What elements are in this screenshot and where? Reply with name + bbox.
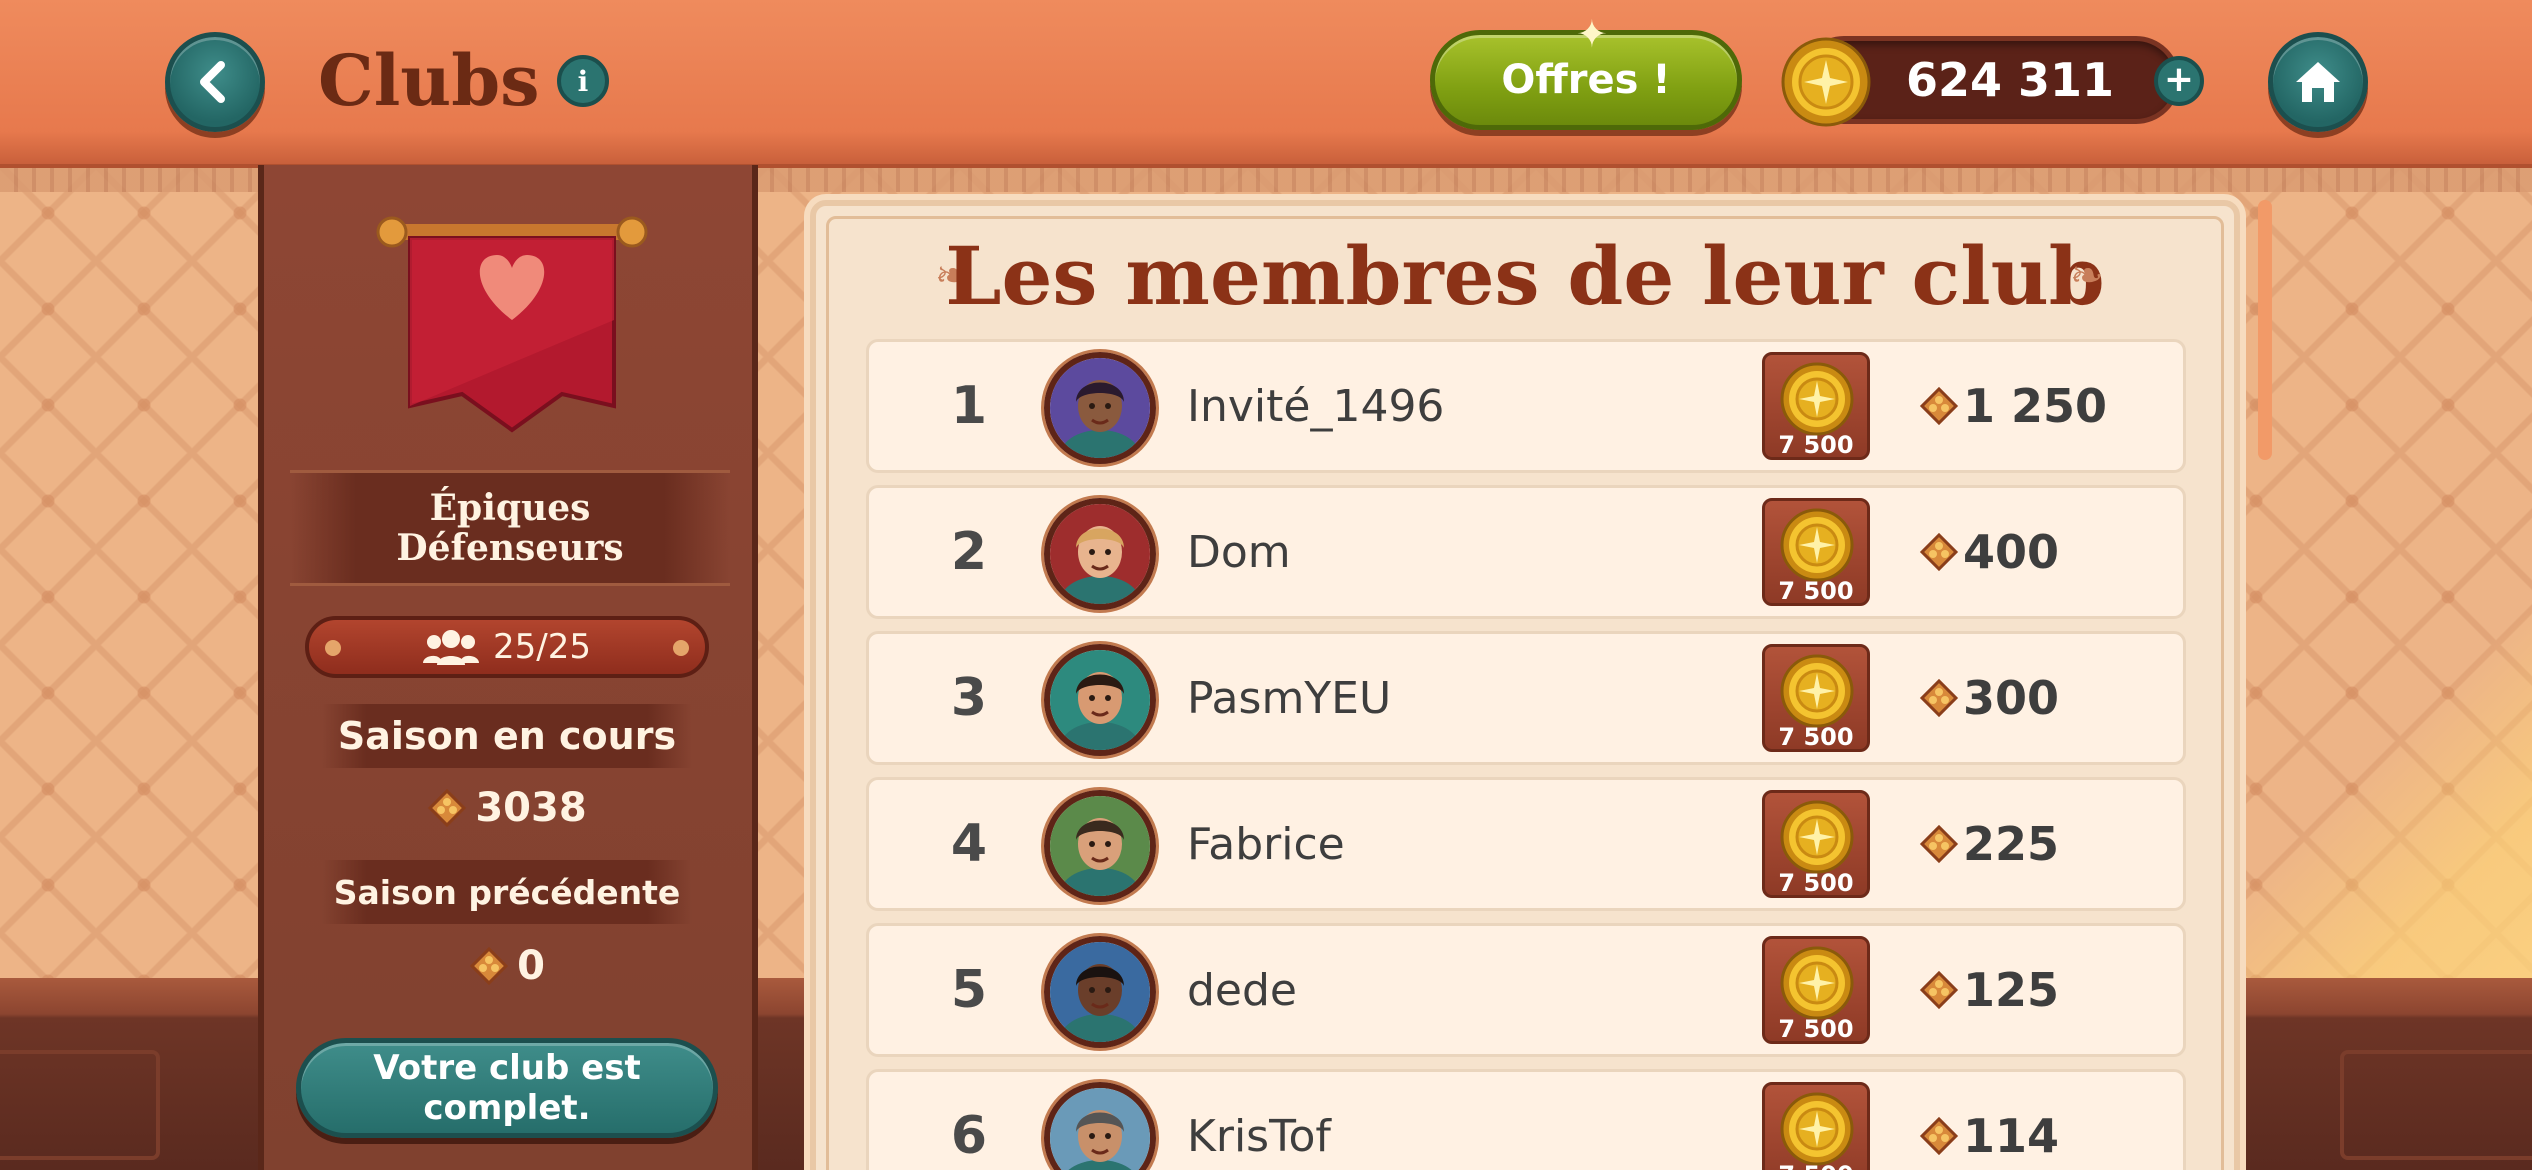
member-points: 1 250 xyxy=(1919,342,2169,470)
outdoor-photo-avatar[interactable] xyxy=(1044,1082,1156,1170)
coin-reward-amount: 7 500 xyxy=(1778,723,1854,751)
trophy-gem-icon xyxy=(1919,678,1959,718)
member-row[interactable]: 3 PasmYEU 7 500 300 xyxy=(866,631,2186,765)
info-button[interactable]: i xyxy=(557,55,609,107)
member-points-value: 300 xyxy=(1963,671,2060,725)
avatar-portrait-icon xyxy=(1050,942,1150,1042)
dark-hair-man-avatar[interactable] xyxy=(1044,644,1156,756)
gold-coin-icon xyxy=(1780,654,1854,728)
member-row[interactable]: 2 Dom 7 500 400 xyxy=(866,485,2186,619)
home-icon xyxy=(2296,62,2340,102)
member-row[interactable]: 5 dede 7 500 125 xyxy=(866,923,2186,1057)
members-icon xyxy=(423,630,479,665)
coin-reward-amount: 7 500 xyxy=(1765,1161,1867,1170)
member-name: Invité_1496 xyxy=(1187,380,1445,432)
home-button[interactable] xyxy=(2268,32,2368,132)
sparkle-icon: ✦ xyxy=(1576,12,1608,56)
chevron-left-icon xyxy=(200,61,225,103)
member-rank: 1 xyxy=(950,376,988,436)
gold-coin-icon xyxy=(1780,800,1854,874)
club-name-line1: Épiques xyxy=(429,487,591,529)
members-panel-title: Les membres de leur club xyxy=(945,229,2105,323)
ornament-icon: ❧ xyxy=(2070,253,2104,299)
coin-reward-amount: 7 500 xyxy=(1778,869,1854,897)
current-season-label: Saison en cours xyxy=(322,704,692,768)
add-coins-button[interactable]: + xyxy=(2154,56,2204,106)
current-season-points-value: 3038 xyxy=(475,785,587,831)
member-points: 225 xyxy=(1919,780,2169,908)
coin-reward: 7 500 xyxy=(1762,936,1870,1044)
coin-reward: 7 500 xyxy=(1762,352,1870,460)
member-points-value: 1 250 xyxy=(1963,379,2108,433)
previous-season-label: Saison précédente xyxy=(322,860,692,924)
member-name: dede xyxy=(1187,964,1297,1016)
member-points: 114 xyxy=(1919,1072,2169,1170)
trophy-gem-icon xyxy=(1919,532,1959,572)
member-name: Dom xyxy=(1187,526,1291,578)
club-full-button[interactable]: Votre club est complet. xyxy=(296,1038,718,1138)
blond-man-avatar[interactable] xyxy=(1044,498,1156,610)
coin-reward-amount: 7 500 xyxy=(1778,577,1854,605)
member-count-badge: 25/25 xyxy=(305,616,709,678)
avatar-portrait-icon xyxy=(1050,358,1150,458)
member-name: KrisTof xyxy=(1187,1110,1331,1162)
gold-coin-icon xyxy=(1780,1092,1854,1166)
bearded-man-avatar[interactable] xyxy=(1044,936,1156,1048)
coin-reward-amount: 7 500 xyxy=(1778,1015,1854,1043)
avatar-portrait-icon xyxy=(1050,796,1150,896)
trophy-gem-icon xyxy=(1919,386,1959,426)
member-row[interactable]: 1 Invité_1496 7 500 1 250 xyxy=(866,339,2186,473)
coin-reward-amount: 7 500 xyxy=(1778,431,1854,459)
club-name-line2: Défenseurs xyxy=(396,527,624,569)
avatar-portrait-icon xyxy=(1050,504,1150,604)
member-rank: 3 xyxy=(950,668,988,728)
member-points-value: 125 xyxy=(1963,963,2060,1017)
member-name: PasmYEU xyxy=(1187,672,1392,724)
trophy-gem-icon xyxy=(1919,1116,1959,1156)
trophy-gem-icon xyxy=(469,946,509,986)
coin-reward: 7 500 xyxy=(1762,498,1870,606)
gold-coin-icon xyxy=(1780,946,1854,1020)
page-title: Clubs xyxy=(318,39,540,122)
previous-season-points: 0 xyxy=(322,936,692,996)
member-points: 400 xyxy=(1919,488,2169,616)
member-rank: 4 xyxy=(950,814,988,874)
trophy-gem-icon xyxy=(428,788,467,828)
gold-coin-icon xyxy=(1780,508,1854,582)
coin-reward: 7 500 xyxy=(1762,1082,1870,1170)
gold-coin-icon xyxy=(1780,362,1854,436)
member-points-value: 225 xyxy=(1963,817,2060,871)
member-rank: 2 xyxy=(950,522,988,582)
coin-reward: 7 500 xyxy=(1762,644,1870,752)
club-banner-icon xyxy=(376,216,648,433)
coin-balance-value: 624 311 xyxy=(1905,53,2115,107)
avatar-portrait-icon xyxy=(1050,1088,1150,1170)
member-points: 300 xyxy=(1919,634,2169,762)
back-button[interactable] xyxy=(165,32,265,132)
pill-dot xyxy=(325,640,341,656)
member-rank: 6 xyxy=(950,1106,988,1166)
woman-glasses-avatar[interactable] xyxy=(1044,352,1156,464)
member-points: 125 xyxy=(1919,926,2169,1054)
member-points-value: 400 xyxy=(1963,525,2060,579)
avatar-portrait-icon xyxy=(1050,650,1150,750)
coin-reward: 7 500 xyxy=(1762,790,1870,898)
wainscot-frame xyxy=(2340,1050,2532,1160)
club-name: Épiques Défenseurs xyxy=(290,470,730,586)
trophy-gem-icon xyxy=(1919,970,1959,1010)
player-photo-avatar[interactable] xyxy=(1044,790,1156,902)
member-row[interactable]: 4 Fabrice 7 500 225 xyxy=(866,777,2186,911)
member-name: Fabrice xyxy=(1187,818,1345,870)
trophy-gem-icon xyxy=(1919,824,1959,864)
gold-coin-icon xyxy=(1781,37,1871,127)
current-season-points: 3038 xyxy=(322,778,692,838)
member-rank: 5 xyxy=(950,960,988,1020)
scrollbar[interactable] xyxy=(2258,200,2272,460)
member-points-value: 114 xyxy=(1963,1109,2060,1163)
pill-dot xyxy=(673,640,689,656)
member-row[interactable]: 6 KrisTof 7 500 xyxy=(866,1069,2186,1170)
previous-season-points-value: 0 xyxy=(517,943,545,989)
wainscot-frame xyxy=(0,1050,160,1160)
member-count: 25/25 xyxy=(493,627,591,667)
